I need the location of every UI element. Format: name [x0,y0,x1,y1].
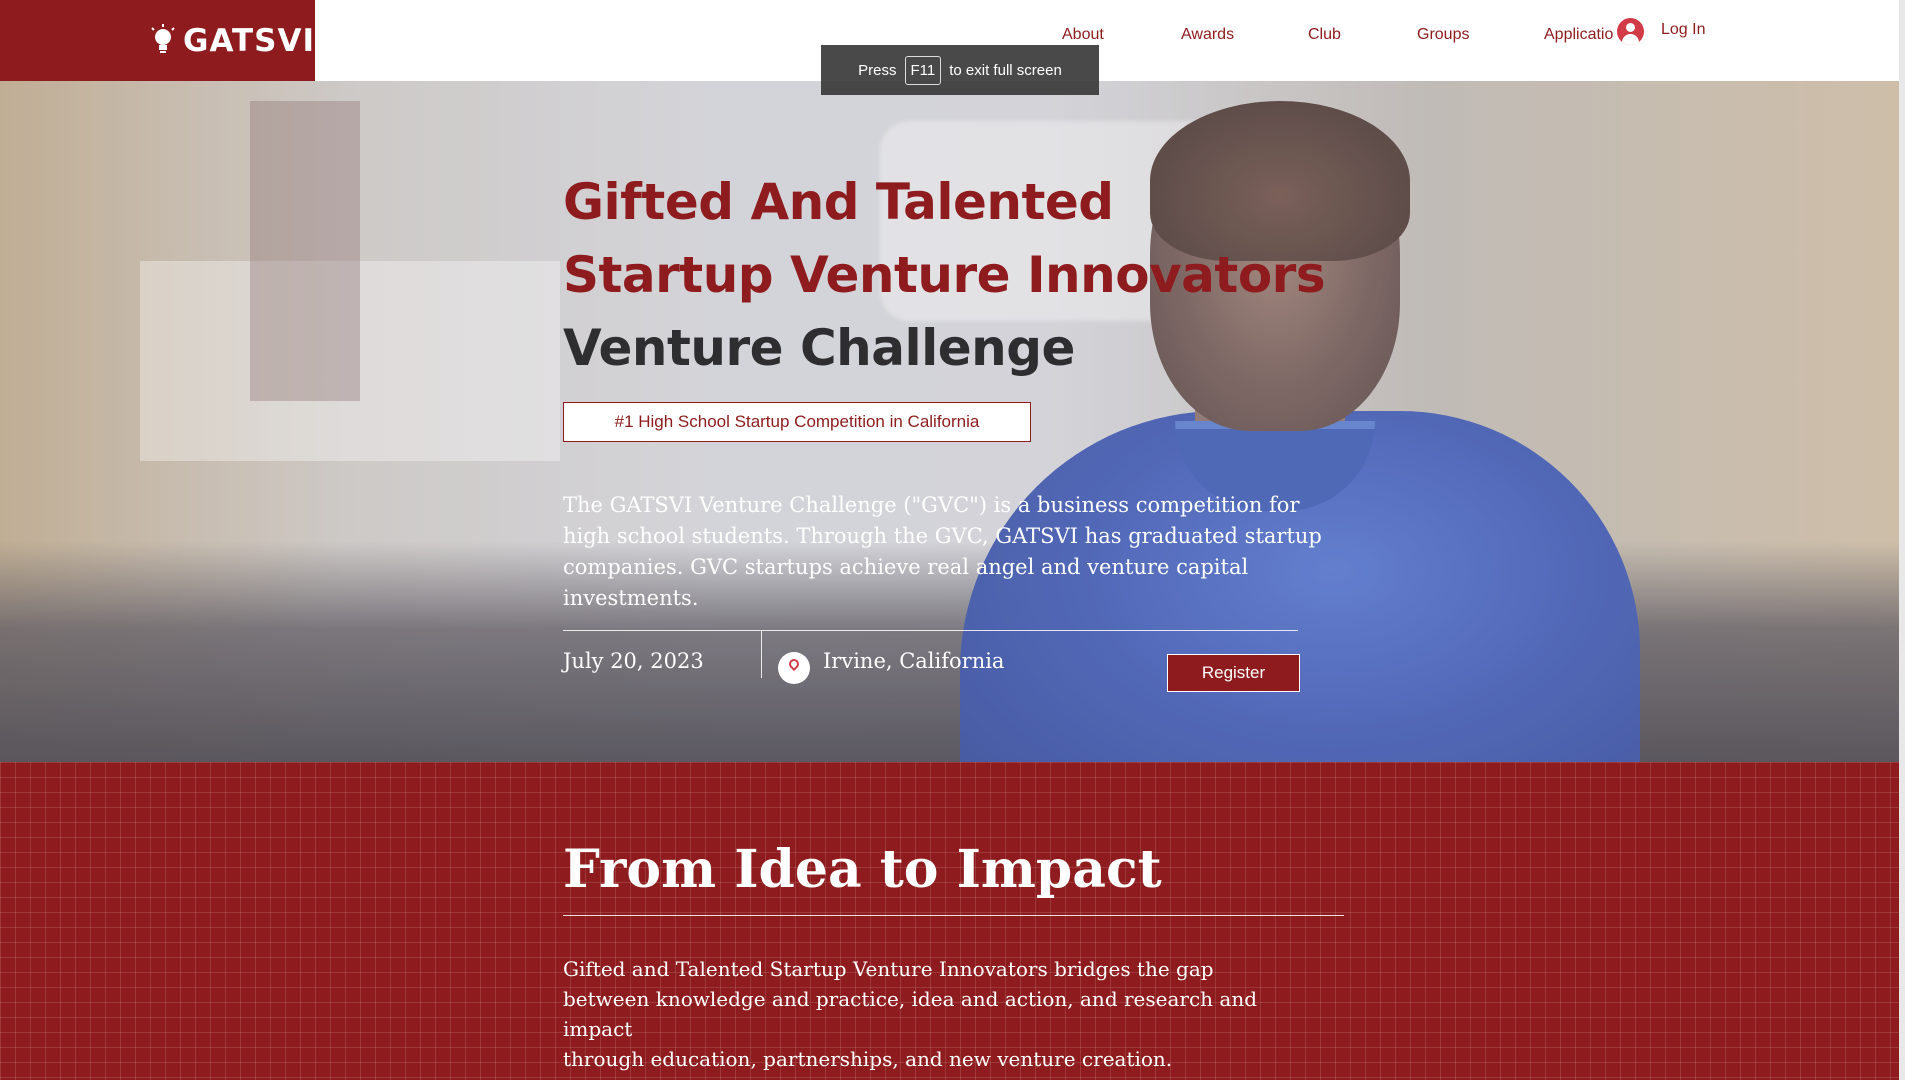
nav-item-groups[interactable]: Groups [1417,26,1469,44]
nav-item-awards[interactable]: Awards [1181,26,1234,44]
section-divider [563,915,1344,916]
page-scrollbar[interactable] [1899,0,1905,1080]
hero-intro: The GATSVI Venture Challenge ("GVC") is … [563,493,1322,610]
fullscreen-toast: Press F11 to exit full screen [821,45,1099,95]
user-icon [1617,18,1644,45]
register-button[interactable]: Register [1167,654,1300,692]
section-body-line: Gifted and Talented Startup Venture Inno… [563,957,1214,981]
login-label: Log In [1661,21,1706,38]
section-body: Gifted and Talented Startup Venture Inno… [563,954,1323,1074]
hero-title-line-3: Venture Challenge [563,319,1075,377]
location-pin-icon [778,652,810,684]
hero-title-line-2: Startup Venture Innovators [563,246,1326,304]
login-button[interactable]: Log In [1617,17,1717,47]
event-location: Irvine, California [823,649,1005,673]
hero-section: Gifted And Talented Startup Venture Inno… [0,81,1905,762]
logo-text: GATSVI [183,23,316,59]
hero-title-line-1: Gifted And Talented [563,173,1114,231]
event-divider [563,630,1298,631]
toast-key: F11 [904,55,942,85]
tagline-badge: #1 High School Startup Competition in Ca… [563,402,1031,442]
mission-section: From Idea to Impact Gifted and Talented … [0,762,1905,1080]
nav-item-about[interactable]: About [1062,26,1104,44]
section-body-line: between knowledge and practice, idea and… [563,987,1258,1041]
section-title: From Idea to Impact [563,839,1162,900]
lightbulb-icon [151,24,175,53]
nav-item-club[interactable]: Club [1308,26,1341,44]
toast-suffix: to exit full screen [949,61,1062,79]
section-body-line: through education, partnerships, and new… [563,1047,1173,1071]
logo[interactable]: GATSVI [0,0,315,81]
event-date: July 20, 2023 [563,649,704,673]
toast-prefix: Press [858,61,897,79]
event-vertical-divider [761,630,762,678]
nav-item-applications[interactable]: Applicatio [1544,26,1613,44]
